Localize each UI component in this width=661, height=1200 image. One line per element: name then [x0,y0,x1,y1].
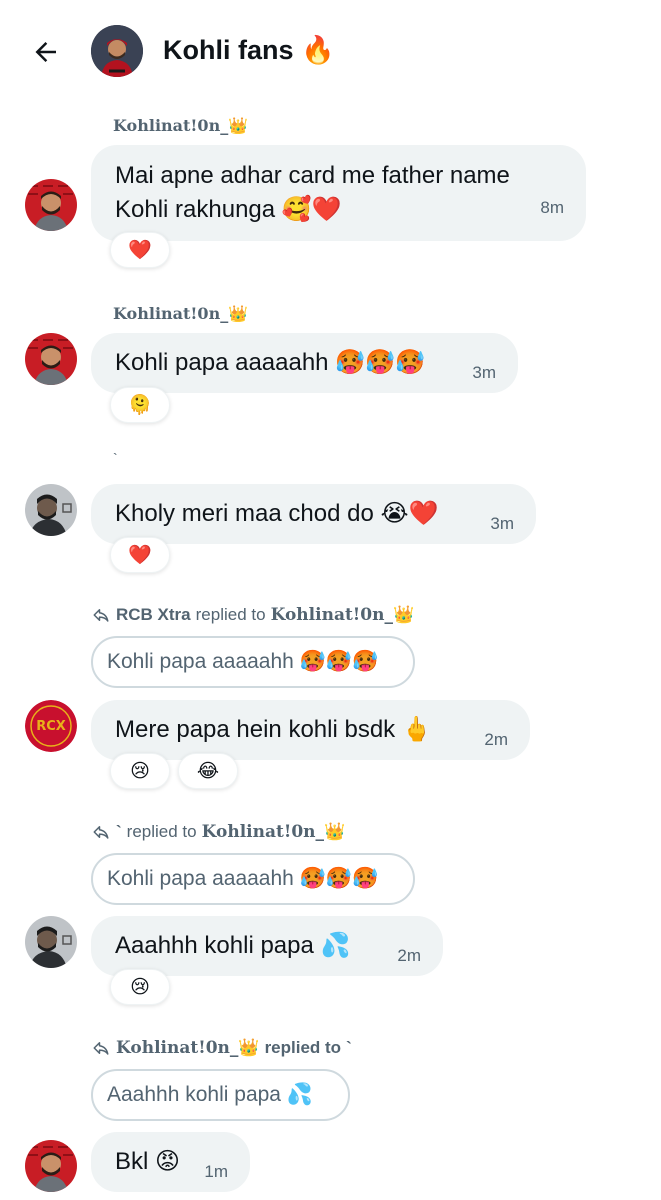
reply-context: RCB Xtra replied to Kohlinat!0n_👑 [91,605,414,625]
avatar[interactable]: RCX [25,700,77,752]
message-text: Bkl 😡 [115,1148,181,1175]
reaction-chip[interactable]: 😢 [110,969,170,1005]
sender-name: ` [113,450,118,466]
sender-name: Kohlinat!0n_👑 [113,116,249,135]
reaction-chip[interactable]: 😂 [178,753,238,789]
reply-sender: RCB Xtra [116,605,191,624]
group-avatar[interactable] [91,25,143,77]
message-time: 8m [540,198,564,217]
back-button[interactable] [28,34,64,70]
reply-target: Kohlinat!0n_👑 [270,605,415,625]
message-time: 2m [397,946,421,965]
reaction-chip[interactable]: ❤️ [110,537,170,573]
quoted-message[interactable]: Kohli papa aaaaahh 🥵🥵🥵 [91,853,415,905]
message-time: 2m [484,730,508,749]
sender-name: Kohlinat!0n_👑 [113,304,249,323]
avatar[interactable] [25,1140,77,1192]
arrow-left-icon [35,42,56,62]
message-bubble[interactable]: Aaahhh kohli papa 💦 2m [91,916,443,976]
message-text: Aaahhh kohli papa 💦 [115,932,351,959]
message-bubble[interactable]: Bkl 😡 1m [91,1132,250,1192]
message-bubble[interactable]: Kohli papa aaaaahh 🥵🥵🥵 3m [91,333,518,393]
reply-label: replied to [126,822,197,841]
message-text-line: Kohli rakhunga 🥰❤️ [115,196,342,223]
reply-context: Kohlinat!0n_👑 replied to ` [91,1038,352,1058]
reply-sender: ` [116,822,122,841]
reply-label: replied to [195,605,266,624]
reply-target: Kohlinat!0n_👑 [201,822,346,842]
avatar[interactable] [25,333,77,385]
message-bubble[interactable]: Mai apne adhar card me father name Kohli… [91,145,586,241]
reply-sender: Kohlinat!0n_👑 [116,1038,260,1058]
message-time: 1m [204,1162,228,1181]
message-text: Kohli papa aaaaahh 🥵🥵🥵 [115,349,425,376]
reaction-chip[interactable]: 😢 [110,753,170,789]
quoted-message[interactable]: Aaahhh kohli papa 💦 [91,1069,350,1121]
message-text: Kholy meri maa chod do 😭❤️ [115,500,439,527]
group-title: Kohli fans 🔥 [163,35,335,65]
reaction-chip[interactable]: ❤️ [110,232,170,268]
message-time: 3m [472,363,496,382]
quoted-message[interactable]: Kohli papa aaaaahh 🥵🥵🥵 [91,636,415,688]
message-bubble[interactable]: Kholy meri maa chod do 😭❤️ 3m [91,484,536,544]
chat-header: Kohli fans 🔥 [0,0,661,104]
avatar[interactable] [25,916,77,968]
svg-text:RCX: RCX [36,719,66,734]
reply-arrow-icon [93,826,109,839]
avatar[interactable] [25,179,77,231]
message-text: Mere papa hein kohli bsdk 🖕 [115,716,432,743]
message-time: 3m [490,514,514,533]
reply-context: ` replied to Kohlinat!0n_👑 [91,822,345,842]
reply-target: ` [346,1038,352,1057]
reply-arrow-icon [93,609,109,622]
reply-label: replied to [264,1038,342,1057]
avatar[interactable] [25,484,77,536]
reaction-chip[interactable]: 🫠 [110,387,170,423]
message-bubble[interactable]: Mere papa hein kohli bsdk 🖕 2m [91,700,530,760]
message-text-line: Mai apne adhar card me father name [115,162,510,189]
reply-arrow-icon [93,1042,109,1055]
